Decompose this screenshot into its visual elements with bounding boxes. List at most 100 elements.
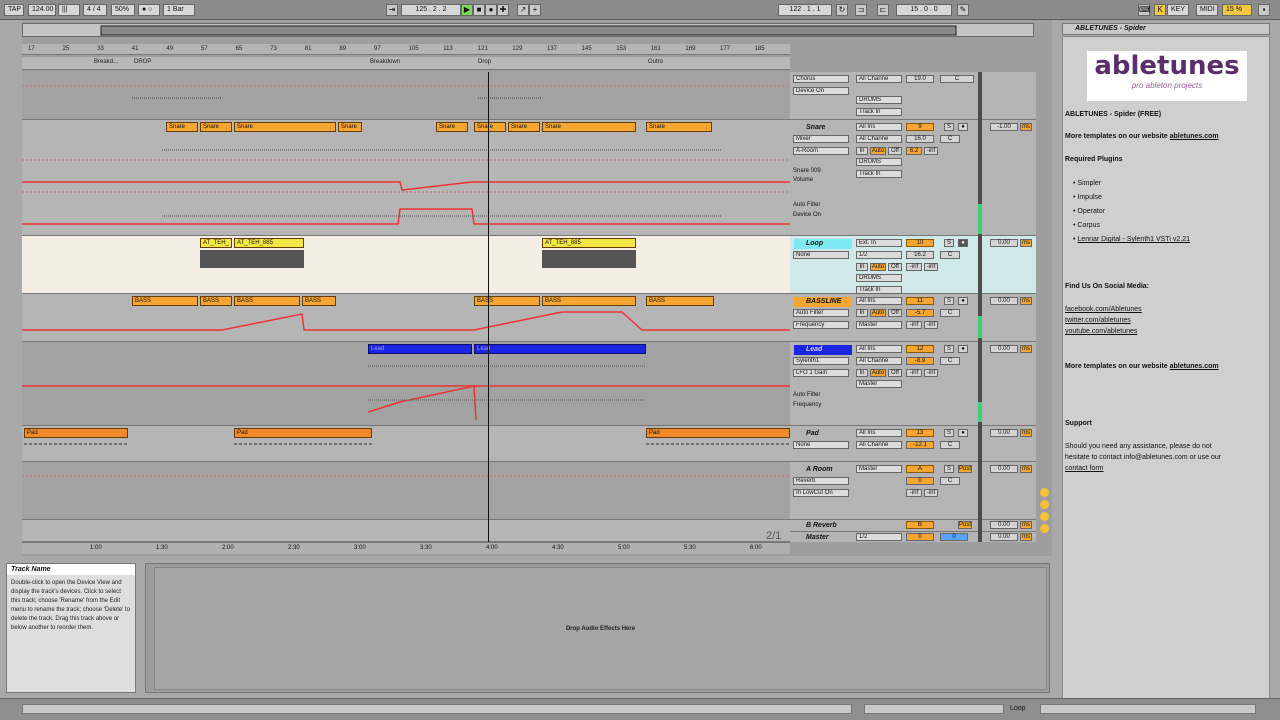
param-chooser[interactable]: In LowCut On — [793, 489, 849, 497]
param-chooser[interactable]: Device On — [793, 87, 849, 95]
device-chooser[interactable]: Sylenth1 — [793, 357, 849, 365]
device-chooser[interactable]: Auto Filter — [793, 309, 849, 317]
input-channel[interactable]: All Channe — [856, 441, 902, 449]
volume-field[interactable]: 0 — [906, 477, 934, 485]
device-chooser[interactable]: None — [793, 441, 849, 449]
loop-switch-icon[interactable]: ↻ — [836, 4, 848, 16]
lane-loop[interactable]: AT_TEH_ AT_TEH_885 AT_TEH_885 — [22, 236, 790, 294]
volume-field[interactable]: -8.9 — [906, 357, 934, 365]
delay-field[interactable]: 0.00 — [990, 297, 1018, 305]
track-drums[interactable]: Chorus Device On All Channe DRUMS Track … — [790, 72, 1036, 120]
input-channel[interactable]: All Channe — [856, 75, 902, 83]
locator-5[interactable]: Outro — [648, 59, 663, 65]
input-type[interactable]: All Ins — [856, 429, 902, 437]
delay-unit[interactable]: ms — [1020, 239, 1032, 247]
pan-field[interactable]: C — [940, 251, 960, 259]
arm-button[interactable]: ● — [958, 239, 968, 247]
param-chooser[interactable]: A-Room — [793, 147, 849, 155]
param-chooser[interactable]: LFO 1 Gain — [793, 369, 849, 377]
output-channel[interactable]: Track In — [856, 286, 902, 294]
time-ruler[interactable]: 1:00 1:30 2:00 2:30 3:00 3:30 4:00 4:30 5:00 5:30… — [22, 542, 790, 554]
loop-start[interactable]: 122 . 1 . 1 — [778, 4, 832, 16]
help-scrollbar[interactable] — [1040, 704, 1256, 714]
send-b-field[interactable]: -inf — [924, 321, 938, 329]
track-name-loop[interactable]: Loop — [794, 239, 852, 249]
track-name-b-reverb[interactable]: B Reverb — [794, 521, 852, 531]
track-name-master[interactable]: Master — [794, 533, 852, 542]
input-channel[interactable]: 1/2 — [856, 251, 902, 259]
record-options[interactable]: ● ○ — [138, 4, 160, 16]
output-chooser[interactable]: Master — [856, 380, 902, 388]
track-number[interactable]: 13 — [906, 429, 934, 437]
track-bassline[interactable]: BASSLINE Auto Filter Frequency All Ins I… — [790, 294, 1036, 342]
solo-button[interactable]: S — [944, 465, 954, 473]
punch-in-icon[interactable]: ⊐ — [855, 4, 867, 16]
track-number[interactable]: 9 — [906, 123, 934, 131]
device-drop-zone[interactable]: Drop Audio Effects Here — [154, 567, 1047, 690]
monitor-off[interactable]: Off — [888, 147, 902, 155]
solo-button[interactable]: S — [944, 297, 954, 305]
follow-icon[interactable]: ⇥ — [386, 4, 398, 16]
output-channel[interactable]: Track In — [856, 170, 902, 178]
circle-icon[interactable] — [1040, 524, 1049, 533]
device-view[interactable]: Drop Audio Effects Here — [145, 563, 1050, 693]
quantization-menu[interactable]: 1 Bar — [163, 4, 195, 16]
song-position[interactable]: 125 . 2 . 2 — [401, 4, 461, 16]
record-icon[interactable]: ● — [485, 4, 497, 16]
monitor-in[interactable]: In — [856, 147, 868, 155]
track-loop[interactable]: Loop None Ext. In 1/2 In Auto Off DRUMS … — [790, 236, 1036, 294]
arm-button[interactable]: ● — [958, 123, 968, 131]
solo-button[interactable]: S — [944, 345, 954, 353]
track-name-bassline[interactable]: BASSLINE — [794, 297, 852, 307]
monitor-chooser[interactable]: Track In — [856, 108, 902, 116]
track-b-reverb[interactable]: B Reverb B Post 0.00 ms — [790, 520, 1036, 532]
arm-button[interactable]: ● — [958, 429, 968, 437]
locator-bar[interactable]: Breakd... DROP Breakdown Drop Outro — [22, 57, 790, 70]
pan-field[interactable]: C — [940, 441, 960, 449]
track-number[interactable]: B — [906, 521, 934, 529]
input-channel[interactable]: All Channe — [856, 135, 902, 143]
stop-icon[interactable]: ■ — [473, 4, 485, 16]
solo-button[interactable]: S — [944, 123, 954, 131]
monitor-in[interactable]: In — [856, 369, 868, 377]
send-b-field[interactable]: -inf — [924, 489, 938, 497]
track-name-snare[interactable]: Snare — [794, 123, 852, 133]
locator-4[interactable]: Drop — [478, 59, 491, 65]
device-chooser[interactable]: Mixer — [793, 135, 849, 143]
pan-field[interactable]: C — [940, 309, 960, 317]
cue-out[interactable]: 1/2 — [856, 533, 902, 541]
arm-button[interactable]: ● — [958, 297, 968, 305]
track-lead[interactable]: Lead Sylenth1 LFO 1 Gain All Ins All Cha… — [790, 342, 1036, 426]
computer-keyboard-icon[interactable]: ⌨ — [1138, 4, 1151, 16]
delay-field[interactable]: 0.00 — [990, 345, 1018, 353]
bar-ruler[interactable]: 17 25 33 41 49 57 65 73 81 89 97 105 113 121 129 137 145… — [22, 44, 790, 55]
track-master[interactable]: Master 1/2 0 0 0.00 ms — [790, 532, 1036, 542]
track-number[interactable]: 11 — [906, 297, 934, 305]
lane-bassline[interactable]: BASS BASS BASS BASS BASS BASS BASS — [22, 294, 790, 342]
send-field[interactable]: -inf — [906, 321, 922, 329]
pan-field[interactable]: C — [940, 357, 960, 365]
locator-1[interactable]: Breakd... — [94, 59, 118, 65]
pan-field[interactable]: C — [940, 135, 960, 143]
zoom-field[interactable]: 50% — [111, 4, 135, 16]
delay-unit[interactable]: ms — [1020, 429, 1032, 437]
solo-button[interactable]: S — [944, 239, 954, 247]
monitor-auto[interactable]: Auto — [870, 309, 886, 317]
send-field[interactable]: 6.2 — [906, 147, 922, 155]
input-type[interactable]: All Ins — [856, 123, 902, 131]
lane-lead[interactable]: Lead Lead — [22, 342, 790, 426]
track-name-pad[interactable]: Pad — [794, 429, 852, 439]
key-map-icon[interactable]: K — [1154, 4, 1166, 16]
monitor-in[interactable]: In — [856, 263, 868, 271]
monitor-off[interactable]: Off — [888, 263, 902, 271]
track-pad[interactable]: Pad None All Ins All Channe 13 -12.1 C S… — [790, 426, 1036, 462]
pan-field[interactable]: C — [940, 477, 960, 485]
delay-unit[interactable]: ms — [1020, 521, 1032, 529]
delay-field[interactable]: 0.00 — [990, 239, 1018, 247]
track-name-a-room[interactable]: A Room — [794, 465, 852, 475]
delay-unit[interactable]: ms — [1020, 533, 1032, 541]
input-type[interactable]: All Ins — [856, 345, 902, 353]
delay-field[interactable]: 0.00 — [990, 429, 1018, 437]
track-number[interactable]: A — [906, 465, 934, 473]
circle-icon[interactable] — [1040, 512, 1049, 521]
